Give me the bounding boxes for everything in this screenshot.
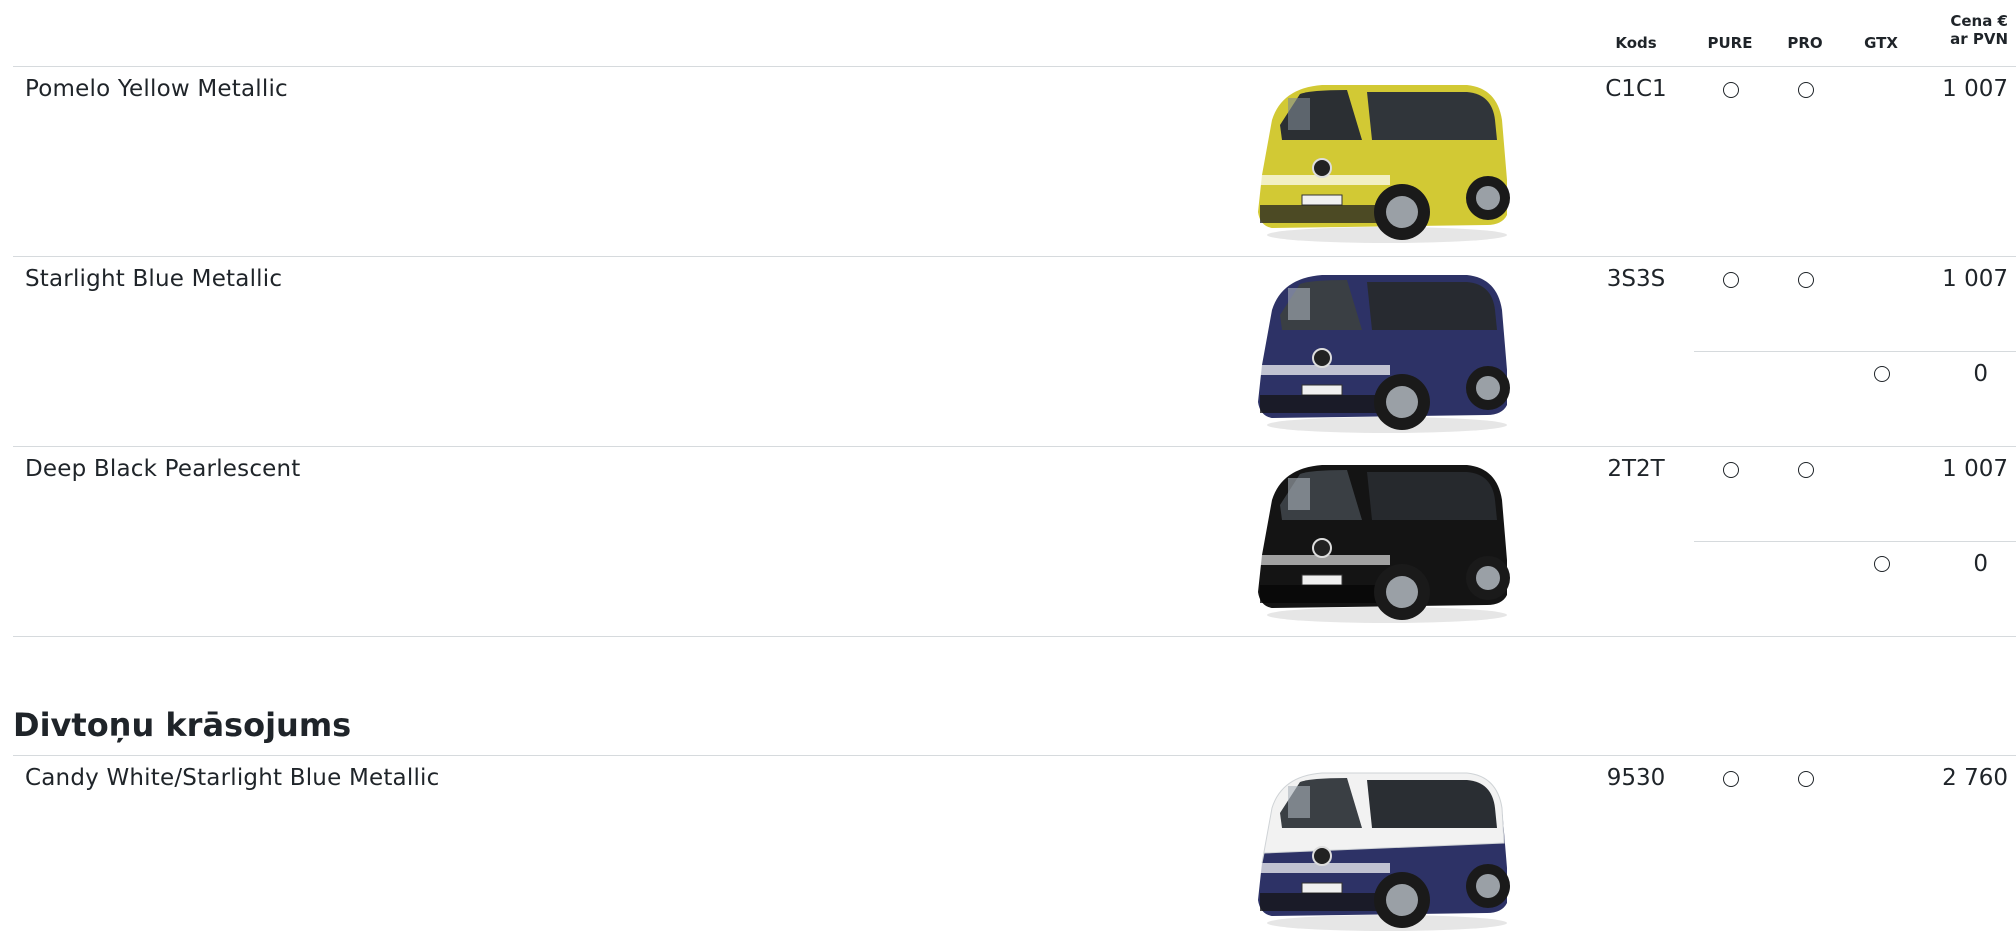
pro-available-icon: [1798, 462, 1814, 478]
color-code: C1C1: [1605, 76, 1667, 102]
header-price-line2: ar PVN: [1950, 30, 2008, 48]
color-price: 1 007: [1942, 76, 2008, 102]
van-white-blue-image: [1258, 772, 1510, 931]
color-name: Pomelo Yellow Metallic: [25, 76, 288, 102]
pro-available-icon: [1798, 771, 1814, 787]
pure-available-icon: [1723, 272, 1739, 288]
color-price: 1 007: [1942, 266, 2008, 292]
color-price: 2 760: [1942, 765, 2008, 791]
sub-row-divider: [1694, 351, 2016, 352]
section-divider: [13, 755, 2016, 756]
color-code: 3S3S: [1606, 266, 1666, 292]
sub-row-divider: [1694, 541, 2016, 542]
header-divider: [13, 66, 2016, 67]
pure-available-icon: [1723, 462, 1739, 478]
pure-available-icon: [1723, 82, 1739, 98]
gtx-available-icon: [1874, 366, 1890, 382]
header-price-line1: Cena €: [1950, 12, 2008, 30]
van-black-image: [1258, 465, 1510, 623]
color-price: 1 007: [1942, 456, 2008, 482]
gtx-price: 0: [1973, 551, 1988, 577]
pure-available-icon: [1723, 771, 1739, 787]
gtx-available-icon: [1874, 556, 1890, 572]
color-name: Starlight Blue Metallic: [25, 266, 283, 292]
row-divider: [13, 446, 2016, 447]
color-code: 2T2T: [1607, 456, 1665, 482]
header-pure: PURE: [1707, 34, 1753, 52]
row-divider: [13, 636, 2016, 637]
pro-available-icon: [1798, 82, 1814, 98]
pro-available-icon: [1798, 272, 1814, 288]
color-name: Deep Black Pearlescent: [25, 456, 301, 482]
van-blue-image: [1258, 275, 1510, 433]
header-price: Cena € ar PVN: [1950, 12, 2008, 48]
section-title-two-tone: Divtoņu krāsojums: [13, 706, 352, 744]
header-code: Kods: [1615, 34, 1657, 52]
gtx-price: 0: [1973, 361, 1988, 387]
header-gtx: GTX: [1864, 34, 1898, 52]
color-name: Candy White/Starlight Blue Metallic: [25, 765, 440, 791]
van-yellow-image: [1258, 85, 1510, 243]
row-divider: [13, 256, 2016, 257]
header-pro: PRO: [1787, 34, 1823, 52]
color-code: 9530: [1606, 765, 1666, 791]
